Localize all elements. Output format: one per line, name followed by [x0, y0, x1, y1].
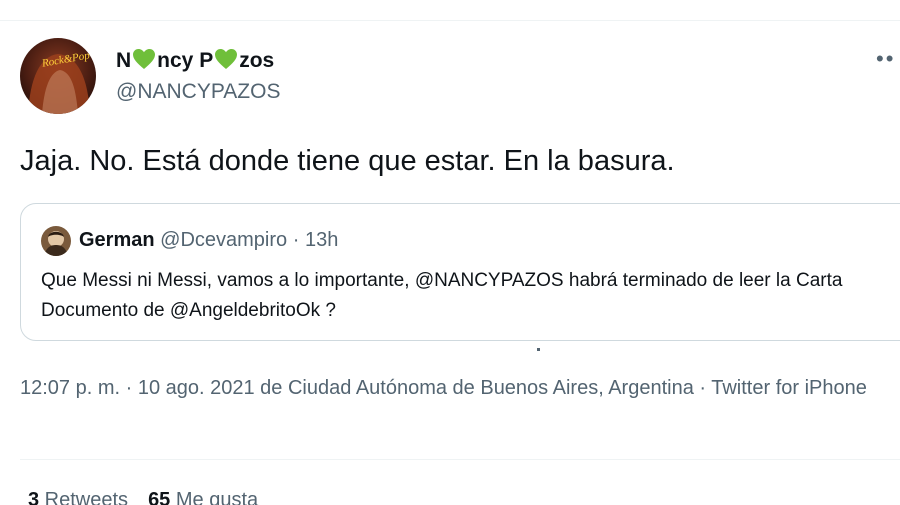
green-heart-icon: [132, 48, 156, 76]
quote-text: ?: [320, 300, 336, 321]
green-heart-icon: [214, 48, 238, 76]
tweet-text: Jaja. No. Está donde tiene que estar. En…: [20, 145, 675, 177]
tweet-source[interactable]: Twitter for iPhone: [711, 377, 867, 399]
meta-divider: [20, 459, 900, 460]
author-handle[interactable]: @NANCYPAZOS: [116, 80, 280, 104]
tweet-screenshot: Rock&Pop Nncy P zos @NANCYPAZOS •• Jaja. …: [0, 0, 900, 505]
mention-link[interactable]: @NANCYPAZOS: [415, 270, 564, 291]
likes-label: Me gusta: [170, 489, 259, 505]
tweet-location: de Ciudad Autónoma de Buenos Aires, Arge…: [254, 377, 694, 399]
quote-text: Que Messi ni Messi, vamos a lo important…: [41, 270, 415, 291]
quote-author-handle: @Dcevampiro: [160, 229, 288, 251]
display-name-part: zos: [239, 49, 275, 72]
meta-separator: ·: [120, 377, 138, 399]
retweets-count: 3: [28, 489, 40, 505]
tweet-metadata: 12:07 p. m. · 10 ago. 2021 de Ciudad Aut…: [20, 372, 900, 404]
quote-body: Que Messi ni Messi, vamos a lo important…: [41, 266, 900, 326]
quote-separator: ·: [292, 229, 300, 251]
tweet-time[interactable]: 12:07 p. m.: [20, 377, 120, 399]
retweets-stat[interactable]: 3 Retweets: [28, 489, 128, 505]
meta-separator: ·: [693, 377, 712, 399]
top-divider: [0, 20, 900, 21]
quote-timestamp: 13h: [304, 229, 339, 251]
quote-author-avatar: [41, 226, 71, 256]
quote-author-name: German: [79, 229, 155, 251]
tweet-date[interactable]: 10 ago. 2021: [138, 377, 255, 399]
author-avatar[interactable]: Rock&Pop: [20, 38, 96, 114]
engagement-stats: 3 Retweets 65 Me gusta: [28, 489, 258, 505]
likes-count: 65: [148, 489, 171, 505]
likes-stat[interactable]: 65 Me gusta: [148, 489, 258, 505]
display-name-part: N: [116, 49, 132, 72]
quote-header: German @Dcevampiro · 13h: [79, 229, 338, 252]
cursor-dot: [537, 348, 540, 351]
retweets-label: Retweets: [39, 489, 129, 505]
more-options-icon[interactable]: ••: [876, 48, 895, 70]
quoted-tweet-card[interactable]: German @Dcevampiro · 13h Que Messi ni Me…: [20, 203, 900, 341]
author-display-name[interactable]: Nncy P zos: [116, 48, 274, 76]
mention-link[interactable]: @AngeldebritoOk: [170, 300, 320, 321]
display-name-part: ncy P: [157, 49, 214, 72]
